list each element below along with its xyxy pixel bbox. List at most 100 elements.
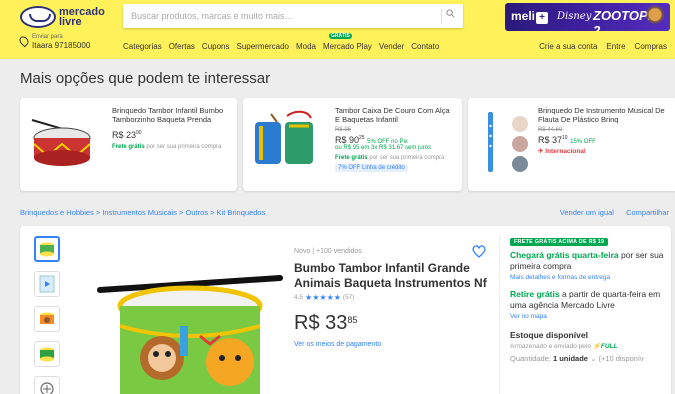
address-label: Enviar para [32,34,63,40]
sell-similar-link[interactable]: Vender um igual [560,208,614,217]
rating[interactable]: 4.5 ★★★★★ (57) [294,293,494,302]
address-value: Itaara 97185000 [32,41,91,50]
shipping-details-link[interactable]: Mais detalhes e formas de entrega [510,274,667,281]
reco-installments: ou R$ 95 em 3x R$ 31,67 sem juros [335,145,432,151]
product-panel: Novo | +100 vendidos Bumbo Tambor Infant… [20,226,671,394]
reco-old-price: R$ 95 [335,127,352,133]
logo-text-line-2: livre [59,16,82,28]
reco-shipping-label: Frete grátis [335,155,368,161]
reco-info: Tambor Caixa De Couro Com Alça E Baqueta… [335,106,456,172]
purchases-link[interactable]: Compras [635,42,667,51]
thumbnail[interactable] [34,341,60,367]
nav-vender[interactable]: Vender [379,42,404,51]
disney-logo: Disney [557,11,592,22]
price-int: R$ 33 [294,312,348,334]
drum-with-strap-image [251,108,319,176]
reco-price-int: R$ 23 [112,130,137,140]
quantity-selector[interactable]: Quantidade: 1 unidade ⌄ (+10 disponív [510,354,667,363]
reco-title[interactable]: Tambor Caixa De Couro Com Alça E Baqueta… [335,106,456,124]
nav-categorias[interactable]: Categorias [123,42,162,51]
reco-shipping-note: por ser sua primeira compra [146,144,222,150]
price-cents: 85 [347,315,358,325]
header: mercado livre meli+ Disney ZOOTOPIA 2 En… [0,0,675,59]
purchase-sidebar: FRETE GRÁTIS ACIMA DE R$ 19 Chegará grát… [499,236,667,394]
share-link[interactable]: Compartilhar [626,208,669,217]
reco-info: Brinquedo Tambor Infantil Bumbo Tamborzi… [112,106,231,150]
stock-title: Estoque disponível [510,330,588,340]
recommendations-title: Mais opções que podem te interessar [20,70,271,87]
meli-plus-disney-banner[interactable]: meli + Disney ZOOTOPIA 2 [505,3,670,31]
reco-shipping-label: Frete grátis [112,144,145,150]
reco-price-cents: 10 [562,135,568,141]
reco-shipping: Frete grátis por ser sua primeira compra [112,144,231,150]
reco-title[interactable]: Brinquedo Tambor Infantil Bumbo Tamborzi… [112,106,231,124]
recommendation-card[interactable]: Tambor Caixa De Couro Com Alça E Baqueta… [243,98,462,191]
stored-text: Armazenado e enviado pelo [510,343,593,350]
nav-mercado-play-label: Mercado Play [323,42,372,51]
nav-supermercado[interactable]: Supermercado [237,42,289,51]
nav-contato[interactable]: Contato [411,42,439,51]
search-bar [123,4,463,28]
reco-discount: 15% OFF [570,139,596,145]
recommendation-card[interactable]: Brinquedo De Instrumento Musical De Flau… [468,98,675,191]
recommendation-card[interactable]: Brinquedo Tambor Infantil Bumbo Tamborzi… [20,98,237,191]
plastic-flute-image [476,108,544,176]
login-link[interactable]: Entre [606,42,625,51]
rating-value: 4.5 [294,294,304,301]
international-text: Internacional [545,148,586,155]
payment-methods-link[interactable]: Ver os meios de pagamento [294,341,494,348]
mercado-livre-logo[interactable]: mercado livre [20,3,112,31]
reco-info: Brinquedo De Instrumento Musical De Flau… [538,106,669,155]
condition-sold-count: Novo | +100 vendidos [294,248,362,255]
rating-count: (57) [342,294,355,301]
reco-title[interactable]: Brinquedo De Instrumento Musical De Flau… [538,106,669,124]
free-shipping-badge: FRETE GRÁTIS ACIMA DE R$ 19 [510,238,609,246]
thumbnail[interactable] [34,376,60,394]
free-badge: GRÁTIS [329,33,352,39]
nav-cupons[interactable]: Cupons [202,42,230,51]
breadcrumb-actions: Vender um igual Compartilhar [550,208,669,217]
quantity-value: 1 unidade [552,354,588,363]
meli-text: meli [511,9,536,23]
pickup-label: Retire grátis [510,289,560,299]
reco-price: R$ 3710 15% OFF [538,135,669,145]
nav-moda[interactable]: Moda [296,42,316,51]
logo-text: mercado livre [59,7,105,28]
account-nav: Crie a sua conta Entre Compras [539,42,667,51]
shipping-info: Chegará grátis quarta-feira por ser sua … [510,250,667,272]
create-account-link[interactable]: Crie a sua conta [539,42,597,51]
drum-product-image [28,108,96,176]
reco-price-int: R$ 37 [538,135,563,145]
nav-ofertas[interactable]: Ofertas [169,42,195,51]
reco-price-cents: 90 [136,130,142,136]
search-icon[interactable] [441,9,455,23]
quantity-label: Quantidade: [510,354,553,363]
reco-shipping-note: por ser sua primeira compra [369,155,445,161]
delivery-address[interactable]: Enviar para Itaara 97185000 [17,34,110,56]
thumbnail[interactable] [34,236,60,262]
reco-coupon-badge: 7% OFF Linha de crédito [335,164,408,172]
product-info: Novo | +100 vendidos Bumbo Tambor Infant… [294,248,494,348]
product-main-image[interactable] [80,266,290,394]
reco-price: R$ 9025 5% OFF no Pix [335,135,456,145]
location-pin-icon [17,34,31,48]
nav-mercado-play[interactable]: GRÁTIS Mercado Play [323,33,372,51]
product-title: Bumbo Tambor Infantil Grande Animais Baq… [294,261,487,290]
full-badge-icon: ⚡FULL [592,343,618,350]
breadcrumb[interactable]: Brinquedos e Hobbies > Instrumentos Musi… [20,208,265,217]
thumbnail-gallery [34,236,60,394]
pickup-info: Retire grátis a partir de quarta-feira e… [510,289,667,311]
view-map-link[interactable]: Ver no mapa [510,313,667,320]
reco-price: R$ 2390 [112,130,231,140]
plus-icon: + [536,12,549,24]
video-thumbnail[interactable] [34,271,60,297]
stored-by: Armazenado e enviado pelo ⚡FULL [510,342,667,350]
thumbnail[interactable] [34,306,60,332]
quantity-available: (+10 disponív [596,354,644,363]
reco-price-int: R$ 90 [335,135,360,145]
meli-plus-label: meli + [511,9,549,24]
handshake-logo-icon [20,6,56,28]
reco-old-price: R$ 44,60 [538,127,563,133]
character-art [644,5,666,29]
search-input[interactable] [131,4,431,28]
